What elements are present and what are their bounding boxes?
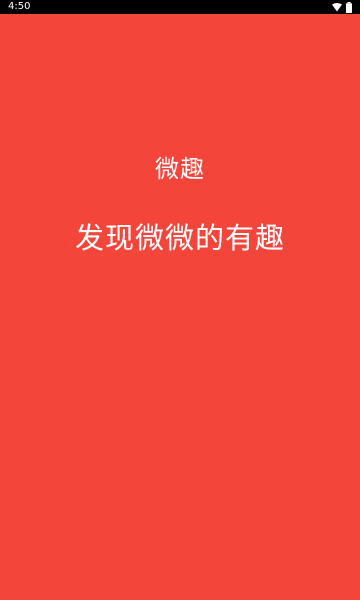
app-name: 微趣	[155, 155, 205, 183]
app-slogan: 发现微微的有趣	[74, 221, 285, 255]
splash-screen: 4:50 微趣 发现微微的有趣	[0, 0, 360, 600]
battery-icon	[346, 1, 352, 13]
status-icons	[332, 0, 352, 14]
wifi-icon	[332, 2, 342, 12]
splash-content: 微趣 发现微微的有趣	[0, 14, 360, 600]
status-time: 4:50	[8, 1, 31, 12]
status-bar: 4:50	[0, 0, 360, 14]
